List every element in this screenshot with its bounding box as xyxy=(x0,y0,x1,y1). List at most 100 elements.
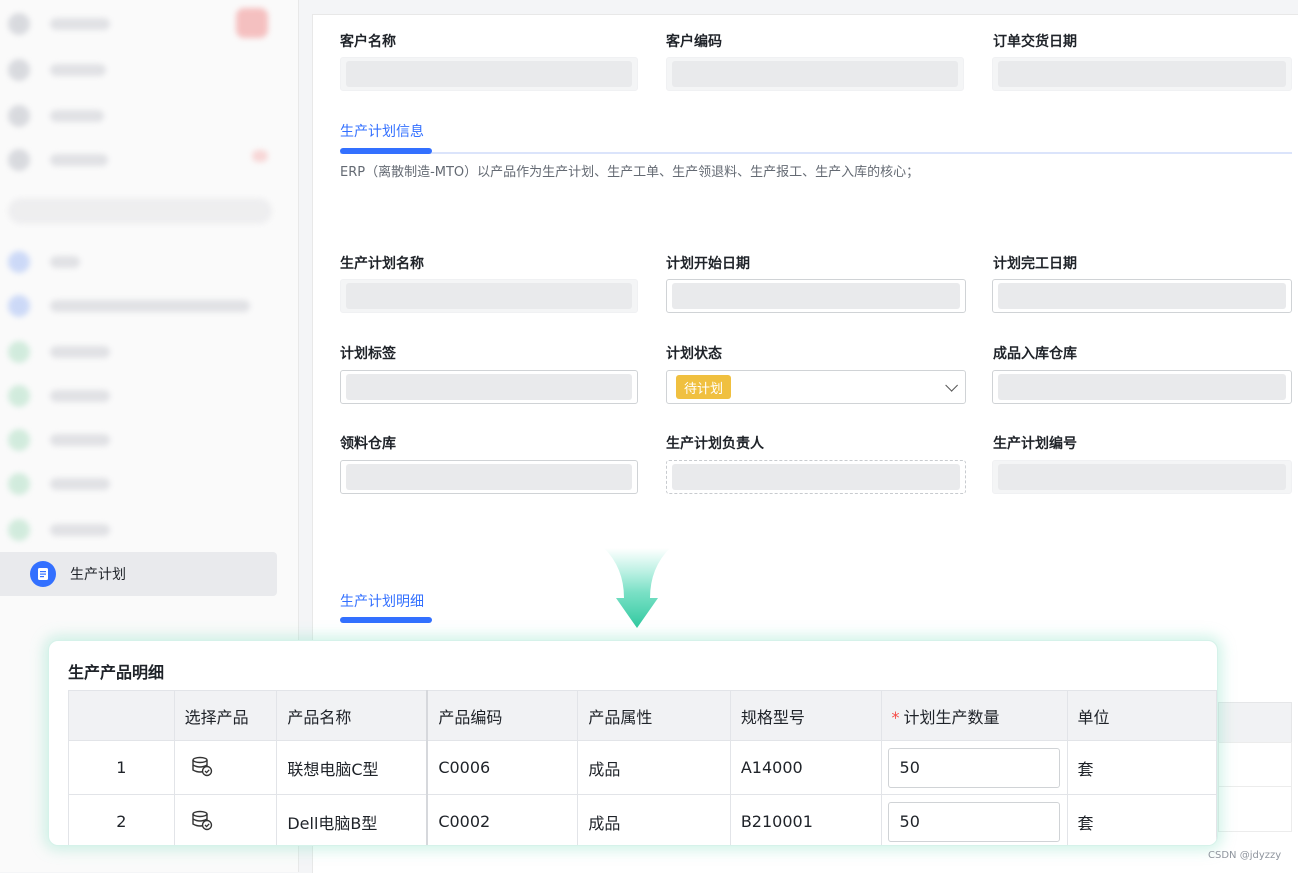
sidebar-item[interactable] xyxy=(8,340,110,364)
column-header-index xyxy=(68,690,175,741)
section-underline xyxy=(340,148,432,154)
app-icon xyxy=(8,105,30,127)
row-index: 1 xyxy=(68,740,175,795)
sidebar-search[interactable] xyxy=(8,198,272,224)
plan-name-label: 生产计划名称 xyxy=(340,256,424,272)
product-spec-cell: B210001 xyxy=(729,794,882,845)
section-divider xyxy=(340,152,1292,154)
sidebar-item[interactable] xyxy=(8,428,110,452)
app-icon xyxy=(8,429,30,451)
document-icon xyxy=(30,561,56,587)
customer-code-label: 客户编码 xyxy=(666,34,722,50)
qty-cell: 50 xyxy=(880,794,1068,845)
qty-cell: 50 xyxy=(880,740,1068,795)
end-date-label: 计划完工日期 xyxy=(993,256,1077,272)
product-detail-card: 生产产品明细 选择产品 产品名称 产品编码 产品属性 规格型号 * 计划生产数量 … xyxy=(48,640,1218,846)
chevron-down-icon[interactable] xyxy=(945,378,958,392)
column-header-attr: 产品属性 xyxy=(577,690,731,741)
warehouse-in-label: 成品入库仓库 xyxy=(993,346,1077,362)
plan-name-field[interactable] xyxy=(340,279,638,313)
database-select-icon[interactable] xyxy=(191,809,213,835)
sidebar-item[interactable] xyxy=(8,518,110,542)
unit-cell: 套 xyxy=(1066,740,1217,795)
delivery-date-label: 订单交货日期 xyxy=(993,34,1077,50)
end-date-field[interactable] xyxy=(992,279,1292,313)
product-spec-cell: A14000 xyxy=(729,740,882,795)
app-icon xyxy=(8,59,30,81)
column-header-code: 产品编码 xyxy=(426,690,579,741)
card-title: 生产产品明细 xyxy=(68,663,165,682)
app-icon xyxy=(8,13,30,35)
row-index: 2 xyxy=(68,794,175,845)
product-detail-table: 选择产品 产品名称 产品编码 产品属性 规格型号 * 计划生产数量 单位 1 联… xyxy=(68,690,1217,845)
table-header-row: 选择产品 产品名称 产品编码 产品属性 规格型号 * 计划生产数量 单位 xyxy=(68,690,1217,741)
product-code-cell: C0006 xyxy=(426,740,579,795)
sidebar-item[interactable] xyxy=(8,148,108,172)
table-row: 2 Dell电脑B型 C0002 成品 B210001 50 套 xyxy=(68,794,1217,845)
section-title-plan-info[interactable]: 生产计划信息 xyxy=(340,121,424,141)
app-icon xyxy=(8,519,30,541)
app-icon xyxy=(8,341,30,363)
plan-status-select[interactable]: 待计划 xyxy=(666,370,966,404)
section-underline xyxy=(340,617,432,623)
watermark: CSDN @jdyzzy xyxy=(1208,850,1282,861)
plan-tag-label: 计划标签 xyxy=(340,346,396,362)
background-table-header xyxy=(1218,702,1292,744)
product-name-cell: Dell电脑B型 xyxy=(276,794,428,845)
column-header-unit: 单位 xyxy=(1066,690,1217,741)
section-title-plan-detail[interactable]: 生产计划明细 xyxy=(340,591,424,611)
warehouse-pick-field[interactable] xyxy=(340,460,638,494)
sidebar-item[interactable] xyxy=(8,104,104,128)
app-icon xyxy=(8,473,30,495)
product-attr-cell: 成品 xyxy=(577,740,731,795)
sidebar-item[interactable] xyxy=(8,384,110,408)
sidebar-item[interactable] xyxy=(8,250,80,274)
warehouse-pick-label: 领料仓库 xyxy=(340,436,396,452)
plan-status-label: 计划状态 xyxy=(666,346,722,362)
start-date-field[interactable] xyxy=(666,279,966,313)
sidebar-item-production-plan[interactable]: 生产计划 xyxy=(0,552,277,596)
owner-field[interactable] xyxy=(666,460,966,494)
column-header-spec: 规格型号 xyxy=(729,690,882,741)
column-header-select: 选择产品 xyxy=(173,690,278,741)
column-header-qty: * 计划生产数量 xyxy=(880,690,1068,741)
plan-tag-field[interactable] xyxy=(340,370,638,404)
app-icon xyxy=(8,295,30,317)
product-name-cell: 联想电脑C型 xyxy=(276,740,428,795)
table-row: 1 联想电脑C型 C0006 成品 A14000 50 套 xyxy=(68,740,1217,795)
quantity-input[interactable]: 50 xyxy=(887,801,1060,842)
section-description: ERP（离散制造-MTO）以产品作为生产计划、生产工单、生产领退料、生产报工、生… xyxy=(340,165,920,180)
customer-name-field[interactable] xyxy=(340,57,638,91)
app-icon xyxy=(8,149,30,171)
unit-cell: 套 xyxy=(1066,794,1217,845)
quantity-input[interactable]: 50 xyxy=(887,747,1060,788)
required-mark: * xyxy=(891,707,900,727)
background-table-row xyxy=(1218,786,1292,832)
sidebar-item[interactable] xyxy=(8,12,110,36)
status-tag: 待计划 xyxy=(676,375,732,399)
app-icon xyxy=(8,385,30,407)
sidebar-item[interactable] xyxy=(8,294,250,318)
background-table-row xyxy=(1218,742,1292,788)
sidebar-item[interactable] xyxy=(8,58,106,82)
customer-code-field[interactable] xyxy=(666,57,964,91)
notification-badge xyxy=(236,8,268,38)
owner-label: 生产计划负责人 xyxy=(666,436,764,452)
plan-code-label: 生产计划编号 xyxy=(993,436,1077,452)
arrow-down-icon xyxy=(604,548,670,628)
sidebar-item[interactable] xyxy=(8,472,110,496)
database-select-icon[interactable] xyxy=(191,755,213,781)
sidebar-item-label: 生产计划 xyxy=(70,567,126,583)
delivery-date-field[interactable] xyxy=(992,57,1292,91)
select-product-cell xyxy=(173,794,278,845)
app-icon xyxy=(8,251,30,273)
product-code-cell: C0002 xyxy=(426,794,579,845)
plan-code-field[interactable] xyxy=(992,460,1292,494)
notification-dot xyxy=(252,150,268,162)
select-product-cell xyxy=(173,740,278,795)
customer-name-label: 客户名称 xyxy=(340,34,396,50)
column-header-name: 产品名称 xyxy=(276,690,428,741)
warehouse-in-field[interactable] xyxy=(992,370,1292,404)
product-attr-cell: 成品 xyxy=(577,794,731,845)
start-date-label: 计划开始日期 xyxy=(666,256,750,272)
